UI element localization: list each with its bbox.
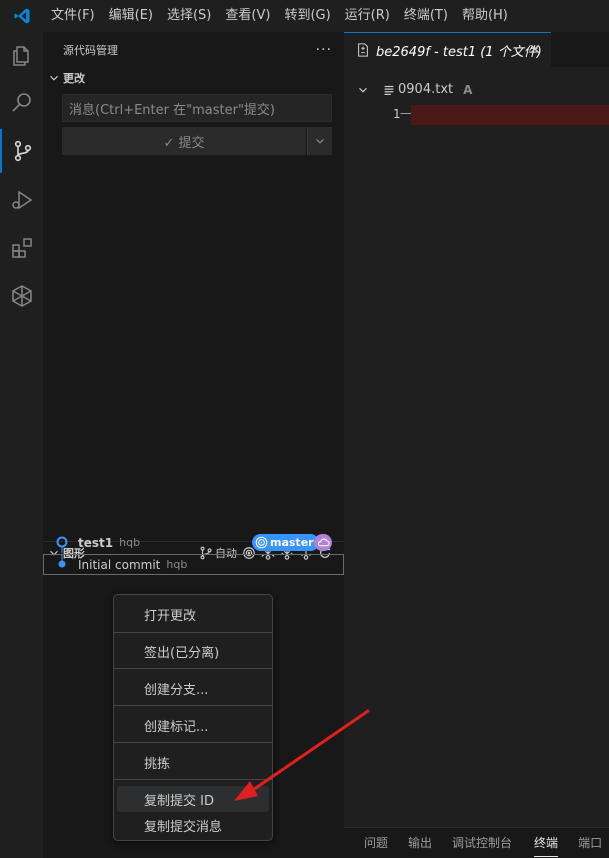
menu-separator bbox=[114, 779, 272, 780]
commit-title: Initial commit bbox=[78, 557, 161, 572]
changes-label: 更改 bbox=[63, 72, 85, 85]
run-debug-icon[interactable] bbox=[0, 178, 43, 222]
commit-title: test1 bbox=[78, 535, 114, 550]
diff-file-icon bbox=[358, 43, 368, 57]
context-menu: 打开更改 签出(已分离) 创建分支... 创建标记... 挑拣 复制提交 ID … bbox=[113, 594, 273, 841]
branch-name: master bbox=[270, 536, 314, 549]
diff-file-header[interactable]: 0904.txt A bbox=[356, 82, 472, 97]
extensions-icon[interactable] bbox=[0, 226, 43, 270]
tab-commit-diff[interactable]: be2649f - test1 (1 个文件) ✕ bbox=[344, 32, 551, 67]
explorer-icon[interactable] bbox=[0, 34, 43, 78]
activity-bar bbox=[0, 32, 43, 858]
deleted-line-highlight bbox=[411, 105, 609, 125]
menu-item-open-changes[interactable]: 打开更改 bbox=[117, 601, 269, 627]
tab-output[interactable]: 输出 bbox=[408, 828, 432, 858]
sidebar-header: 源代码管理 ··· bbox=[43, 32, 344, 67]
menu-item-create-branch[interactable]: 创建分支... bbox=[117, 675, 269, 701]
menu-item-copy-commit-message[interactable]: 复制提交消息 bbox=[117, 812, 269, 838]
source-control-icon[interactable] bbox=[0, 129, 43, 173]
file-name: 0904.txt bbox=[398, 82, 454, 97]
menu-item-checkout-detached[interactable]: 签出(已分离) bbox=[117, 638, 269, 664]
tab-title: be2649f - test1 (1 个文件) bbox=[376, 44, 542, 60]
menu-file[interactable]: 文件(F) bbox=[44, 0, 102, 32]
editor-tabs: be2649f - test1 (1 个文件) ✕ bbox=[344, 32, 609, 67]
chevron-down-icon bbox=[359, 87, 367, 93]
panel-tab-bar: 问题 输出 调试控制台 终端 端口 bbox=[344, 827, 609, 858]
menu-separator bbox=[114, 668, 272, 669]
editor-area: 0904.txt A 1 — bbox=[344, 67, 609, 827]
commit-author: hqb bbox=[119, 536, 141, 549]
menu-edit[interactable]: 编辑(E) bbox=[102, 0, 160, 32]
tab-terminal[interactable]: 终端 bbox=[534, 828, 559, 858]
vscode-logo-icon bbox=[0, 0, 44, 32]
commit-node-icon bbox=[58, 555, 66, 568]
search-icon[interactable] bbox=[0, 81, 43, 125]
more-actions-icon[interactable]: ··· bbox=[316, 42, 332, 58]
menu-item-create-tag[interactable]: 创建标记... bbox=[117, 712, 269, 738]
menu-item-cherry-pick[interactable]: 挑拣 bbox=[117, 749, 269, 775]
menu-view[interactable]: 查看(V) bbox=[218, 0, 277, 32]
menu-terminal[interactable]: 终端(T) bbox=[397, 0, 455, 32]
vscode-window: 文件(F) 编辑(E) 选择(S) 查看(V) 转到(G) 运行(R) 终端(T… bbox=[0, 0, 609, 858]
close-icon[interactable]: ✕ bbox=[527, 42, 543, 58]
menu-separator bbox=[114, 742, 272, 743]
menu-separator bbox=[114, 705, 272, 706]
git-graph-icon[interactable] bbox=[0, 274, 43, 318]
file-status: A bbox=[463, 82, 473, 97]
sidebar-title: 源代码管理 bbox=[63, 43, 118, 57]
menu-item-copy-commit-id[interactable]: 复制提交 ID bbox=[117, 786, 269, 812]
menu-selection[interactable]: 选择(S) bbox=[160, 0, 218, 32]
menu-separator bbox=[114, 632, 272, 633]
branch-badge: master bbox=[252, 534, 319, 551]
commit-node-icon bbox=[56, 536, 68, 553]
tab-debug-console[interactable]: 调试控制台 bbox=[452, 828, 512, 858]
menu-bar: 文件(F) 编辑(E) 选择(S) 查看(V) 转到(G) 运行(R) 终端(T… bbox=[44, 0, 515, 32]
tab-ports[interactable]: 端口 bbox=[578, 828, 602, 858]
graph-commit-row[interactable]: test1 hqb master bbox=[43, 532, 344, 553]
commit-button[interactable]: ✓ 提交 bbox=[62, 127, 306, 155]
chevron-down-icon bbox=[50, 75, 58, 81]
menu-go[interactable]: 转到(G) bbox=[277, 0, 337, 32]
commit-message-input[interactable]: 消息(Ctrl+Enter 在"master"提交) bbox=[62, 94, 332, 122]
target-icon bbox=[255, 536, 268, 549]
diff-line: 1 — bbox=[344, 105, 609, 125]
menu-help[interactable]: 帮助(H) bbox=[455, 0, 515, 32]
text-file-icon bbox=[384, 85, 394, 95]
title-bar: 文件(F) 编辑(E) 选择(S) 查看(V) 转到(G) 运行(R) 终端(T… bbox=[0, 0, 609, 32]
tab-problems[interactable]: 问题 bbox=[364, 828, 388, 858]
chevron-down-icon bbox=[316, 138, 324, 144]
changes-section-header[interactable]: 更改 bbox=[43, 67, 344, 89]
graph-commit-row[interactable]: Initial commit hqb bbox=[43, 554, 344, 575]
commit-dropdown-button[interactable] bbox=[307, 127, 332, 155]
cloud-icon bbox=[314, 534, 332, 551]
menu-run[interactable]: 运行(R) bbox=[338, 0, 397, 32]
commit-author: hqb bbox=[166, 558, 188, 571]
